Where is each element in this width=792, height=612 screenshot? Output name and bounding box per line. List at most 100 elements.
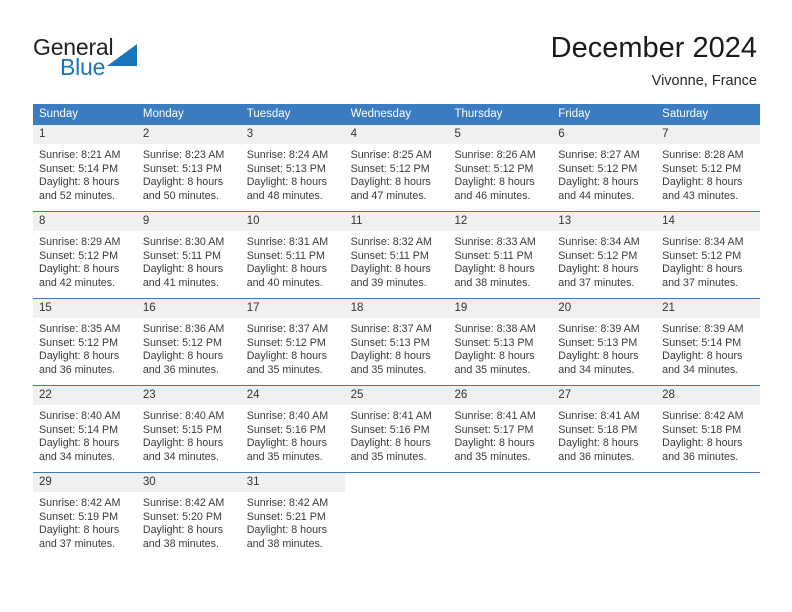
sunset-text: Sunset: 5:13 PM bbox=[558, 336, 638, 349]
day-cell-empty bbox=[656, 473, 761, 559]
day-cell[interactable]: 29 Sunrise: 8:42 AM Sunset: 5:19 PM Dayl… bbox=[33, 473, 137, 559]
day-details: Sunrise: 8:40 AM Sunset: 5:16 PM Dayligh… bbox=[241, 405, 345, 464]
daylight-text-line1: Daylight: 8 hours bbox=[558, 437, 639, 450]
day-cell[interactable]: 22 Sunrise: 8:40 AM Sunset: 5:14 PM Dayl… bbox=[33, 386, 137, 472]
day-cell[interactable]: 14 Sunrise: 8:34 AM Sunset: 5:12 PM Dayl… bbox=[656, 212, 761, 298]
day-number: 31 bbox=[246, 476, 260, 488]
day-details: Sunrise: 8:29 AM Sunset: 5:12 PM Dayligh… bbox=[33, 231, 137, 290]
daylight-text-line2: and 37 minutes. bbox=[558, 276, 635, 289]
sunset-text: Sunset: 5:11 PM bbox=[142, 249, 222, 262]
day-details: Sunrise: 8:37 AM Sunset: 5:12 PM Dayligh… bbox=[241, 318, 345, 377]
sunset-text: Sunset: 5:18 PM bbox=[662, 423, 742, 436]
daylight-text-line1: Daylight: 8 hours bbox=[246, 350, 327, 363]
day-cell[interactable]: 20 Sunrise: 8:39 AM Sunset: 5:13 PM Dayl… bbox=[552, 299, 657, 385]
daylight-text-line2: and 35 minutes. bbox=[246, 363, 323, 376]
day-number: 10 bbox=[246, 215, 260, 227]
sunset-text: Sunset: 5:11 PM bbox=[350, 249, 429, 262]
daylight-text-line2: and 36 minutes. bbox=[662, 450, 739, 463]
day-cell[interactable]: 27 Sunrise: 8:41 AM Sunset: 5:18 PM Dayl… bbox=[552, 386, 657, 472]
daylight-text-line1: Daylight: 8 hours bbox=[142, 263, 224, 276]
day-number-band: 1 bbox=[33, 125, 137, 144]
day-details: Sunrise: 8:34 AM Sunset: 5:12 PM Dayligh… bbox=[656, 231, 760, 290]
day-number-band: 24 bbox=[240, 386, 345, 405]
day-cell[interactable]: 30 Sunrise: 8:42 AM Sunset: 5:20 PM Dayl… bbox=[136, 473, 241, 559]
sunrise-text: Sunrise: 8:24 AM bbox=[246, 149, 329, 161]
sunrise-text: Sunrise: 8:23 AM bbox=[142, 149, 225, 161]
title-block: December 2024 Vivonne, France bbox=[551, 30, 757, 91]
day-number: 23 bbox=[142, 389, 156, 401]
location-subtitle: Vivonne, France bbox=[651, 73, 757, 89]
day-details: Sunrise: 8:23 AM Sunset: 5:13 PM Dayligh… bbox=[137, 144, 241, 203]
day-cell[interactable]: 8 Sunrise: 8:29 AM Sunset: 5:12 PM Dayli… bbox=[33, 212, 137, 298]
day-cell[interactable]: 11 Sunrise: 8:32 AM Sunset: 5:11 PM Dayl… bbox=[344, 212, 449, 298]
day-cell[interactable]: 5 Sunrise: 8:26 AM Sunset: 5:12 PM Dayli… bbox=[448, 125, 553, 211]
sunset-text: Sunset: 5:12 PM bbox=[662, 249, 742, 262]
day-cell[interactable]: 31 Sunrise: 8:42 AM Sunset: 5:21 PM Dayl… bbox=[240, 473, 345, 559]
day-number-band: 2 bbox=[136, 125, 241, 144]
day-cell[interactable]: 2 Sunrise: 8:23 AM Sunset: 5:13 PM Dayli… bbox=[136, 125, 241, 211]
day-cell[interactable]: 23 Sunrise: 8:40 AM Sunset: 5:15 PM Dayl… bbox=[136, 386, 241, 472]
day-cell[interactable]: 12 Sunrise: 8:33 AM Sunset: 5:11 PM Dayl… bbox=[448, 212, 553, 298]
week-row: 22 Sunrise: 8:40 AM Sunset: 5:14 PM Dayl… bbox=[33, 385, 761, 472]
daylight-text-line1: Daylight: 8 hours bbox=[39, 524, 120, 537]
day-number: 5 bbox=[454, 128, 461, 140]
sunrise-text: Sunrise: 8:40 AM bbox=[39, 410, 121, 422]
daylight-text-line1: Daylight: 8 hours bbox=[558, 263, 639, 276]
day-cell[interactable]: 24 Sunrise: 8:40 AM Sunset: 5:16 PM Dayl… bbox=[240, 386, 345, 472]
day-cell[interactable]: 28 Sunrise: 8:42 AM Sunset: 5:18 PM Dayl… bbox=[656, 386, 761, 472]
daylight-text-line1: Daylight: 8 hours bbox=[246, 524, 327, 537]
daylight-text-line1: Daylight: 8 hours bbox=[662, 176, 743, 189]
weekday-header-friday: Friday bbox=[558, 108, 591, 120]
day-number: 4 bbox=[350, 128, 357, 140]
daylight-text-line1: Daylight: 8 hours bbox=[246, 176, 327, 189]
daylight-text-line1: Daylight: 8 hours bbox=[558, 350, 639, 363]
weekday-header-sunday: Sunday bbox=[39, 108, 79, 120]
sunrise-text: Sunrise: 8:41 AM bbox=[350, 410, 432, 422]
brand-logo[interactable]: General Blue bbox=[33, 34, 213, 86]
day-cell[interactable]: 18 Sunrise: 8:37 AM Sunset: 5:13 PM Dayl… bbox=[344, 299, 449, 385]
day-number: 7 bbox=[662, 128, 669, 140]
sunset-text: Sunset: 5:12 PM bbox=[454, 162, 534, 175]
daylight-text-line2: and 35 minutes. bbox=[454, 363, 531, 376]
day-cell[interactable]: 26 Sunrise: 8:41 AM Sunset: 5:17 PM Dayl… bbox=[448, 386, 553, 472]
day-details: Sunrise: 8:26 AM Sunset: 5:12 PM Dayligh… bbox=[448, 144, 552, 203]
day-cell[interactable]: 17 Sunrise: 8:37 AM Sunset: 5:12 PM Dayl… bbox=[240, 299, 345, 385]
day-cell[interactable]: 1 Sunrise: 8:21 AM Sunset: 5:14 PM Dayli… bbox=[33, 125, 137, 211]
day-cell[interactable]: 21 Sunrise: 8:39 AM Sunset: 5:14 PM Dayl… bbox=[656, 299, 761, 385]
daylight-text-line1: Daylight: 8 hours bbox=[454, 350, 535, 363]
sunrise-text: Sunrise: 8:40 AM bbox=[142, 410, 225, 422]
daylight-text-line2: and 50 minutes. bbox=[142, 189, 219, 202]
day-number-band: 31 bbox=[240, 473, 345, 492]
day-cell[interactable]: 19 Sunrise: 8:38 AM Sunset: 5:13 PM Dayl… bbox=[448, 299, 553, 385]
day-cell[interactable]: 16 Sunrise: 8:36 AM Sunset: 5:12 PM Dayl… bbox=[136, 299, 241, 385]
day-details: Sunrise: 8:41 AM Sunset: 5:18 PM Dayligh… bbox=[552, 405, 656, 464]
sunrise-text: Sunrise: 8:42 AM bbox=[246, 497, 329, 509]
sunrise-text: Sunrise: 8:42 AM bbox=[142, 497, 225, 509]
day-cell[interactable]: 7 Sunrise: 8:28 AM Sunset: 5:12 PM Dayli… bbox=[656, 125, 761, 211]
day-details: Sunrise: 8:39 AM Sunset: 5:13 PM Dayligh… bbox=[552, 318, 656, 377]
day-number-band: 17 bbox=[240, 299, 345, 318]
day-cell[interactable]: 6 Sunrise: 8:27 AM Sunset: 5:12 PM Dayli… bbox=[552, 125, 657, 211]
day-cell[interactable]: 25 Sunrise: 8:41 AM Sunset: 5:16 PM Dayl… bbox=[344, 386, 449, 472]
daylight-text-line2: and 34 minutes. bbox=[39, 450, 116, 463]
week-row: 1 Sunrise: 8:21 AM Sunset: 5:14 PM Dayli… bbox=[33, 124, 761, 211]
sunset-text: Sunset: 5:16 PM bbox=[350, 423, 430, 436]
daylight-text-line1: Daylight: 8 hours bbox=[39, 263, 120, 276]
sunset-text: Sunset: 5:21 PM bbox=[246, 510, 326, 523]
daylight-text-line2: and 37 minutes. bbox=[662, 276, 739, 289]
day-number-band: 12 bbox=[448, 212, 553, 231]
day-cell[interactable]: 13 Sunrise: 8:34 AM Sunset: 5:12 PM Dayl… bbox=[552, 212, 657, 298]
day-cell[interactable]: 15 Sunrise: 8:35 AM Sunset: 5:12 PM Dayl… bbox=[33, 299, 137, 385]
daylight-text-line2: and 39 minutes. bbox=[350, 276, 427, 289]
day-cell[interactable]: 4 Sunrise: 8:25 AM Sunset: 5:12 PM Dayli… bbox=[344, 125, 449, 211]
day-number: 6 bbox=[558, 128, 565, 140]
daylight-text-line2: and 42 minutes. bbox=[39, 276, 116, 289]
day-number: 11 bbox=[350, 215, 363, 227]
brand-name-blue: Blue bbox=[60, 54, 106, 80]
sunrise-text: Sunrise: 8:33 AM bbox=[454, 236, 536, 248]
day-number-band: 10 bbox=[240, 212, 345, 231]
sunset-text: Sunset: 5:20 PM bbox=[142, 510, 222, 523]
day-cell[interactable]: 9 Sunrise: 8:30 AM Sunset: 5:11 PM Dayli… bbox=[136, 212, 241, 298]
day-cell[interactable]: 10 Sunrise: 8:31 AM Sunset: 5:11 PM Dayl… bbox=[240, 212, 345, 298]
day-cell[interactable]: 3 Sunrise: 8:24 AM Sunset: 5:13 PM Dayli… bbox=[240, 125, 345, 211]
